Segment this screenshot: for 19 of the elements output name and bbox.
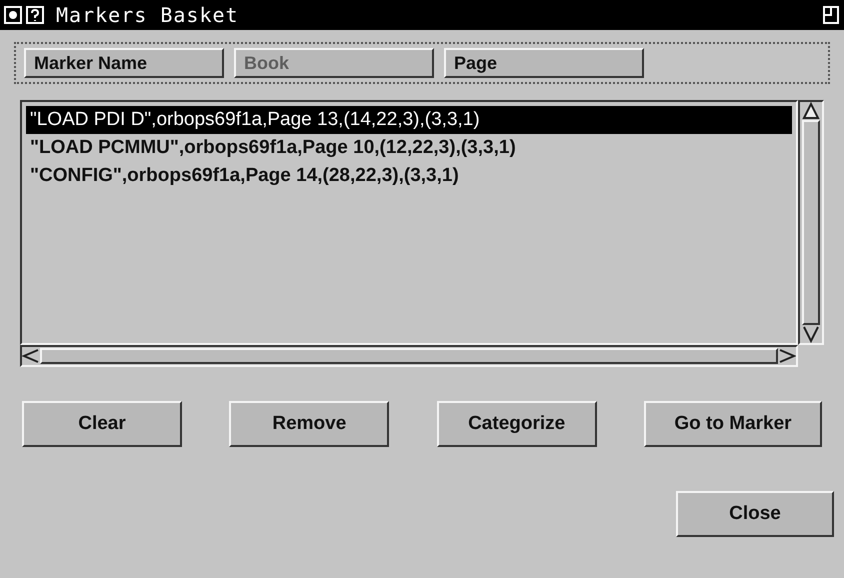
close-button[interactable]: Close [676,491,834,537]
column-header-button[interactable]: Page [444,48,644,78]
action-button[interactable]: Clear [22,401,182,447]
up-arrow-icon[interactable] [802,102,820,120]
vertical-scrollbar[interactable] [798,100,824,345]
window-menu-icon[interactable] [4,6,22,24]
action-button[interactable]: Go to Marker [644,401,822,447]
action-button[interactable]: Remove [229,401,390,447]
marker-list-item[interactable]: "LOAD PCMMU",orbops69f1a,Page 10,(12,22,3),(3,3,1) [26,134,792,162]
column-header-button[interactable]: Marker Name [24,48,224,78]
help-icon[interactable] [26,6,44,24]
window-title: Markers Basket [56,2,239,29]
scrollbar-thumb[interactable] [40,348,778,364]
resize-icon[interactable] [822,5,840,25]
action-button[interactable]: Categorize [436,401,597,447]
marker-list-item[interactable]: "CONFIG",orbops69f1a,Page 14,(28,22,3),(3,3,1) [26,162,792,190]
horizontal-scrollbar[interactable] [20,345,798,367]
scrollbar-thumb[interactable] [802,120,820,325]
marker-list-item[interactable]: "LOAD PDI D",orbops69f1a,Page 13,(14,22,3),(3,3,1) [26,106,792,134]
